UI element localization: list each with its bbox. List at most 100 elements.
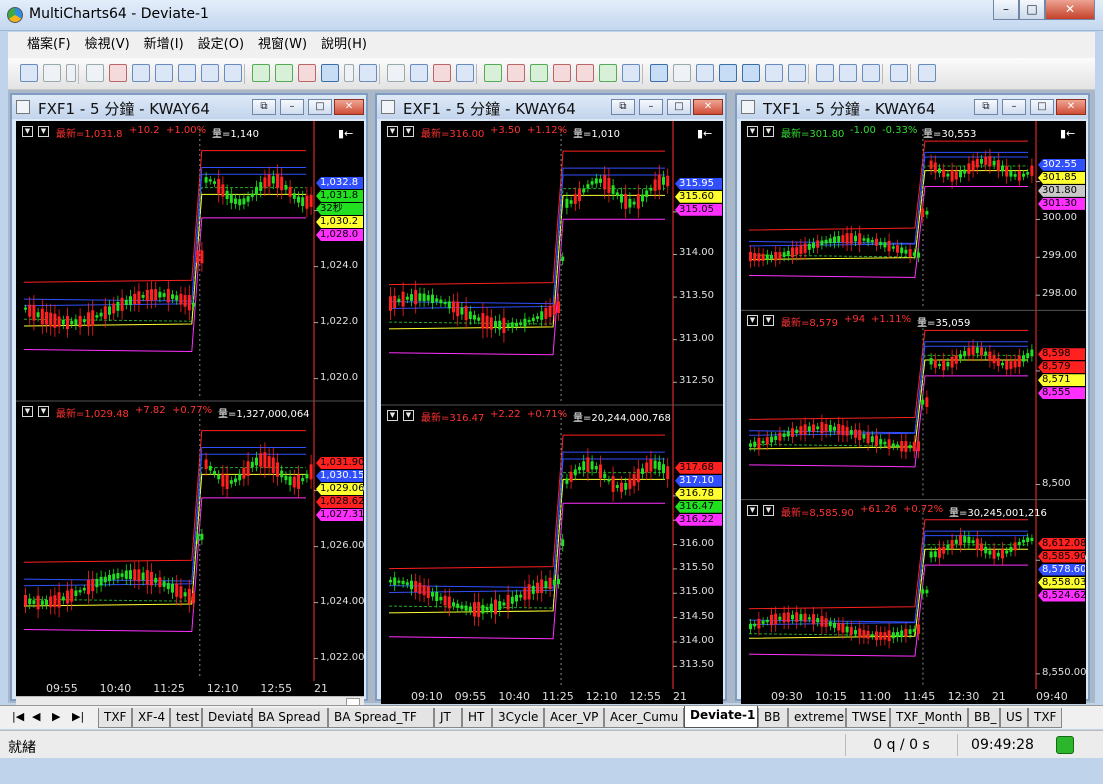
workspace-tab[interactable]: BB xyxy=(758,708,788,728)
insert-study-icon[interactable] xyxy=(359,64,377,82)
workspace-tab[interactable]: Acer_VP xyxy=(544,708,604,728)
first-tab-button[interactable]: |◀ xyxy=(12,710,24,723)
chart-window-titlebar[interactable]: EXF1 - 5 分鐘 - KWAY64 ⧉ – □ ✕ xyxy=(377,95,725,119)
candle-icon[interactable] xyxy=(433,64,451,82)
workspace-tab[interactable]: TXF xyxy=(98,708,132,728)
workspace-tab[interactable]: 3Cycle xyxy=(492,708,544,728)
pane-menu-button[interactable]: ▼ xyxy=(763,504,774,516)
window-2-icon[interactable] xyxy=(155,64,173,82)
menu-settings[interactable]: 設定(O) xyxy=(191,32,251,58)
workspace-tab[interactable]: TXF xyxy=(1028,708,1062,728)
next-tab-button[interactable]: ▶ xyxy=(52,710,60,723)
comment-icon[interactable] xyxy=(696,64,714,82)
chart-window-2[interactable]: EXF1 - 5 分鐘 - KWAY64 ⧉ – □ ✕ ▼ ▼ 最新=316.00 +3.50… xyxy=(375,93,727,704)
drawing-tool-icon[interactable] xyxy=(321,64,339,82)
workspace-tab[interactable]: JT xyxy=(434,708,462,728)
workspace-tab[interactable]: BA Spread_TF xyxy=(328,708,434,728)
dropdown-icon[interactable] xyxy=(66,64,76,82)
strategy-icon[interactable] xyxy=(275,64,293,82)
edit-icon[interactable] xyxy=(109,64,127,82)
workspace-tab[interactable]: TXF_Month xyxy=(890,708,968,728)
workspace-tab[interactable]: BA Spread xyxy=(252,708,328,728)
pane-collapse-button[interactable]: ▼ xyxy=(747,315,758,327)
hourglass-icon[interactable] xyxy=(890,64,908,82)
format-icon[interactable] xyxy=(387,64,405,82)
window-5-icon[interactable] xyxy=(224,64,242,82)
window-3-icon[interactable] xyxy=(178,64,196,82)
chart-window-titlebar[interactable]: FXF1 - 5 分鐘 - KWAY64 ⧉ – □ ✕ xyxy=(12,95,366,119)
data-window-icon[interactable] xyxy=(765,64,783,82)
pane-menu-button[interactable]: ▼ xyxy=(403,410,414,421)
crosshair-icon[interactable] xyxy=(673,64,691,82)
price-scale-button[interactable]: ▮← xyxy=(338,127,353,140)
point-figure-icon[interactable] xyxy=(507,64,525,82)
detach-button[interactable]: ⧉ xyxy=(252,99,276,115)
market-scanner-icon[interactable] xyxy=(816,64,834,82)
menu-window[interactable]: 視窗(W) xyxy=(251,32,314,58)
pane-menu-button[interactable]: ▼ xyxy=(38,126,49,137)
zoom-out-icon[interactable] xyxy=(742,64,760,82)
chart-canvas[interactable]: ▼▼最新=1,031.8+10.2+1.00%量=1,140▮←1,026.01… xyxy=(16,121,364,681)
chart-window-3[interactable]: TXF1 - 5 分鐘 - KWAY64 ⧉ – □ ✕ ▼ ▼ 最新=301.80 -1.00… xyxy=(735,93,1090,704)
pane-collapse-button[interactable]: ▼ xyxy=(22,126,33,137)
workspace-tab[interactable]: test xyxy=(170,708,202,728)
tick-icon[interactable] xyxy=(622,64,640,82)
pane-collapse-button[interactable]: ▼ xyxy=(747,504,758,516)
save-icon[interactable] xyxy=(86,64,104,82)
workspace-tab[interactable]: Acer_Cumu xyxy=(604,708,684,728)
line-icon[interactable] xyxy=(456,64,474,82)
price-scale-button[interactable]: ▮← xyxy=(697,127,712,140)
dropdown-icon[interactable] xyxy=(344,64,354,82)
chart-close-button[interactable]: ✕ xyxy=(1056,99,1086,115)
workspace-tab[interactable]: HT xyxy=(462,708,492,728)
picture-icon[interactable] xyxy=(788,64,806,82)
trendline-icon[interactable] xyxy=(918,64,936,82)
scroll-right-icon[interactable] xyxy=(862,64,880,82)
pane-collapse-button[interactable]: ▼ xyxy=(387,410,398,421)
menu-insert[interactable]: 新增(I) xyxy=(137,32,191,58)
workspace-tab[interactable]: Deviate-1 xyxy=(684,706,758,728)
bar-icon[interactable] xyxy=(410,64,428,82)
signal-icon[interactable] xyxy=(298,64,316,82)
pane-collapse-button[interactable]: ▼ xyxy=(747,126,758,137)
chart-close-button[interactable]: ✕ xyxy=(334,99,364,115)
window-icon[interactable] xyxy=(132,64,150,82)
pane-collapse-button[interactable]: ▼ xyxy=(387,126,398,137)
pane-menu-button[interactable]: ▼ xyxy=(38,406,49,417)
indicator-icon[interactable] xyxy=(252,64,270,82)
workspace-tab[interactable]: TWSE xyxy=(846,708,890,728)
prev-tab-button[interactable]: ◀ xyxy=(32,710,40,723)
kagi-icon[interactable] xyxy=(553,64,571,82)
pane-menu-button[interactable]: ▼ xyxy=(763,126,774,137)
chart-maximize-button[interactable]: □ xyxy=(667,99,691,115)
chart-canvas[interactable]: ▼▼最新=301.80-1.00-0.33%量=30,553▮←301.0030… xyxy=(741,121,1086,689)
detach-button[interactable]: ⧉ xyxy=(974,99,998,115)
chart-minimize-button[interactable]: – xyxy=(280,99,304,115)
chart-window-titlebar[interactable]: TXF1 - 5 分鐘 - KWAY64 ⧉ – □ ✕ xyxy=(737,95,1088,119)
last-tab-button[interactable]: ▶| xyxy=(72,710,84,723)
chart-minimize-button[interactable]: – xyxy=(639,99,663,115)
renko-icon[interactable] xyxy=(530,64,548,82)
workspace-tab[interactable]: Deviate xyxy=(202,708,255,728)
detach-button[interactable]: ⧉ xyxy=(611,99,635,115)
check-icon[interactable] xyxy=(484,64,502,82)
pane-menu-button[interactable]: ▼ xyxy=(763,315,774,327)
chart-minimize-button[interactable]: – xyxy=(1002,99,1026,115)
menu-help[interactable]: 說明(H) xyxy=(314,32,374,58)
pane-collapse-button[interactable]: ▼ xyxy=(22,406,33,417)
price-scale-button[interactable]: ▮← xyxy=(1060,127,1075,140)
zoom-in-icon[interactable] xyxy=(719,64,737,82)
maximize-button[interactable]: □ xyxy=(1019,0,1045,20)
workspace-tab[interactable]: US xyxy=(1000,708,1028,728)
linebreak-icon[interactable] xyxy=(576,64,594,82)
chart-maximize-button[interactable]: □ xyxy=(1030,99,1054,115)
close-button[interactable]: ✕ xyxy=(1045,0,1095,20)
minimize-button[interactable]: – xyxy=(993,0,1019,20)
open-icon[interactable] xyxy=(43,64,61,82)
window-4-icon[interactable] xyxy=(201,64,219,82)
chart-window-1[interactable]: FXF1 - 5 分鐘 - KWAY64 ⧉ – □ ✕ ▼ ▼ 最新=1,031.8 +10.… xyxy=(10,93,368,710)
menu-file[interactable]: 檔案(F) xyxy=(20,32,78,58)
menu-view[interactable]: 檢視(V) xyxy=(78,32,137,58)
volume-icon[interactable] xyxy=(599,64,617,82)
pane-menu-button[interactable]: ▼ xyxy=(403,126,414,137)
